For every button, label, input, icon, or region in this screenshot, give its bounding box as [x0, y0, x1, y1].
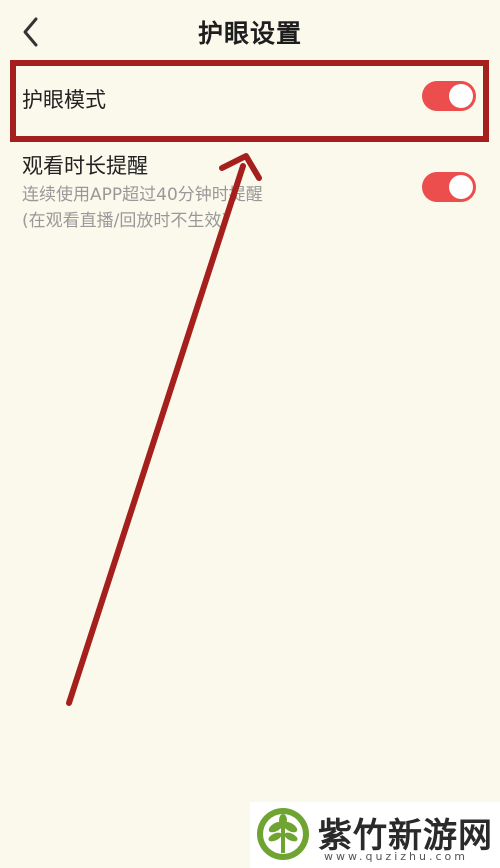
toggle-knob [449, 175, 473, 199]
watch-reminder-label: 观看时长提醒 [22, 154, 148, 178]
page-title: 护眼设置 [197, 19, 302, 48]
watch-reminder-toggle[interactable] [422, 172, 476, 202]
header-bar: 护眼设置 [0, 0, 500, 64]
watermark: 紫竹新游网 www.quzizhu.com [250, 802, 500, 868]
annotation-highlight-box [10, 60, 489, 142]
watch-reminder-note: (在观看直播/回放时不生效) [22, 211, 228, 231]
watermark-url: www.quzizhu.com [324, 850, 468, 863]
watch-reminder-desc: 连续使用APP超过40分钟时提醒 [22, 185, 263, 205]
bamboo-logo-icon [257, 808, 309, 860]
